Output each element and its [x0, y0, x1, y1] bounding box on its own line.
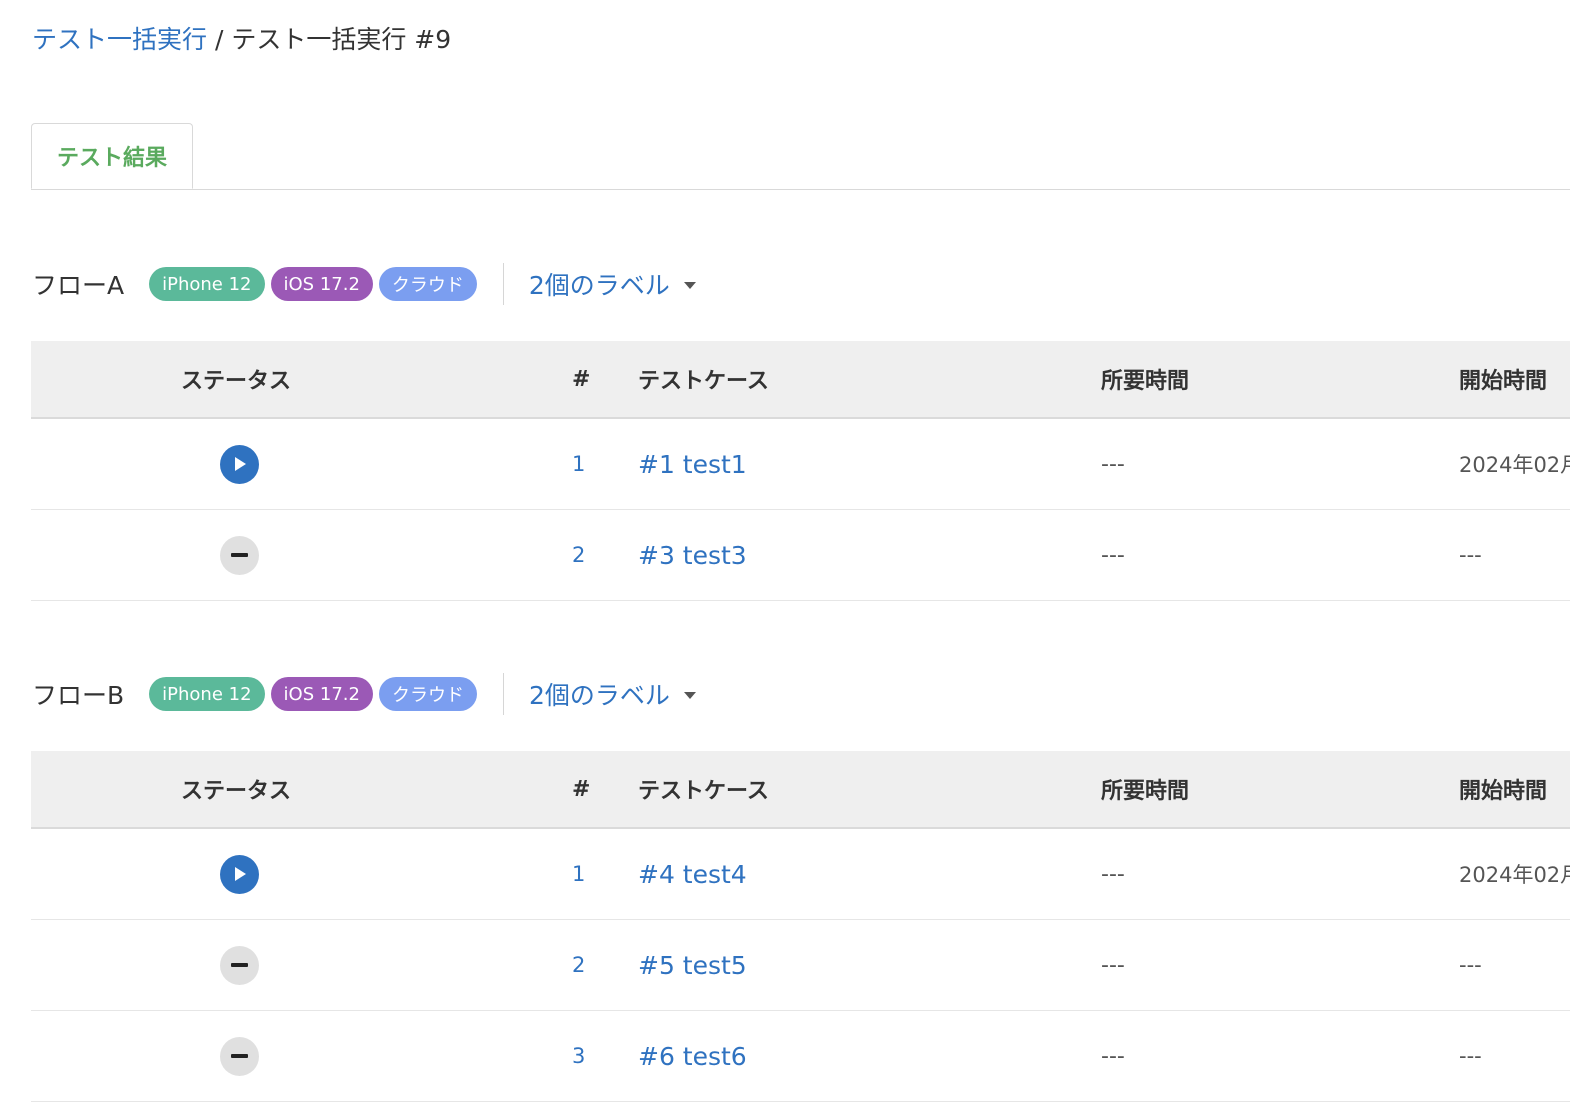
flow-header: フローA iPhone 12 iOS 17.2 クラウド 2個のラベル	[32, 263, 696, 305]
test-results-table: ステータス # テストケース 所要時間 開始時間 1 #4 test4 --- 2024年02月…	[31, 751, 1570, 1102]
column-header-test-case[interactable]: テストケース	[638, 751, 769, 827]
play-icon	[219, 444, 259, 484]
labels-dropdown-toggle[interactable]: 2個のラベル	[529, 266, 696, 302]
column-header-start-time[interactable]: 開始時間	[1459, 751, 1547, 827]
start-time-value: ---	[1459, 1044, 1482, 1068]
start-time-value: 2024年02月	[1459, 453, 1570, 477]
flow-name: フローB	[32, 681, 125, 710]
status-cell	[219, 920, 259, 1010]
duration-value: ---	[1101, 451, 1125, 477]
flow-header: フローB iPhone 12 iOS 17.2 クラウド 2個のラベル	[32, 673, 696, 715]
os-badge: iOS 17.2	[270, 267, 373, 301]
labels-dropdown-toggle[interactable]: 2個のラベル	[529, 676, 696, 712]
column-header-number[interactable]: #	[572, 341, 590, 417]
divider	[502, 263, 504, 305]
table-header: ステータス # テストケース 所要時間 開始時間	[31, 341, 1570, 419]
test-case-link[interactable]: #6 test6	[638, 1011, 747, 1101]
column-header-start-time[interactable]: 開始時間	[1459, 341, 1547, 417]
table-header: ステータス # テストケース 所要時間 開始時間	[31, 751, 1570, 829]
test-case-link[interactable]: #5 test5	[638, 920, 747, 1010]
column-header-test-case[interactable]: テストケース	[638, 341, 769, 417]
start-time-value: ---	[1459, 543, 1482, 567]
status-cell	[219, 419, 259, 509]
table-row: 1 #4 test4 --- 2024年02月	[31, 829, 1570, 920]
column-header-duration[interactable]: 所要時間	[1101, 751, 1189, 827]
play-icon	[219, 854, 259, 894]
row-number-link[interactable]: 1	[572, 419, 585, 509]
status-cell	[219, 829, 259, 919]
breadcrumb-separator: /	[207, 25, 232, 54]
row-number-link[interactable]: 2	[572, 510, 585, 600]
environment-badge: クラウド	[378, 267, 477, 301]
device-badge: iPhone 12	[149, 267, 265, 301]
breadcrumb-current: テスト一括実行 #9	[231, 25, 452, 54]
column-header-status[interactable]: ステータス	[181, 341, 291, 417]
column-header-duration[interactable]: 所要時間	[1101, 341, 1189, 417]
duration-value: ---	[1101, 952, 1125, 978]
environment-badge: クラウド	[378, 677, 477, 711]
device-badge: iPhone 12	[149, 677, 265, 711]
status-cell	[219, 510, 259, 600]
labels-dropdown-label: 2個のラベル	[528, 271, 670, 300]
row-number-link[interactable]: 3	[572, 1011, 585, 1101]
test-results-table: ステータス # テストケース 所要時間 開始時間 1 #1 test1 --- 2024年02月…	[31, 341, 1570, 601]
breadcrumb: テスト一括実行 / テスト一括実行 #9	[32, 22, 451, 58]
table-row: 3 #6 test6 --- ---	[31, 1011, 1570, 1102]
column-header-status[interactable]: ステータス	[181, 751, 291, 827]
table-row: 1 #1 test1 --- 2024年02月	[31, 419, 1570, 510]
duration-value: ---	[1101, 1043, 1125, 1069]
tab-bar: テスト結果	[31, 123, 1570, 190]
minus-icon	[219, 945, 259, 985]
test-case-link[interactable]: #1 test1	[638, 419, 747, 509]
status-cell	[219, 1011, 259, 1101]
start-time-value: ---	[1459, 953, 1482, 977]
table-row: 2 #3 test3 --- ---	[31, 510, 1570, 601]
start-time-value: 2024年02月	[1459, 863, 1570, 887]
minus-icon	[219, 1036, 259, 1076]
divider	[502, 673, 504, 715]
row-number-link[interactable]: 2	[572, 920, 585, 1010]
duration-value: ---	[1101, 861, 1125, 887]
tab-test-results[interactable]: テスト結果	[31, 123, 193, 189]
table-row: 2 #5 test5 --- ---	[31, 920, 1570, 1011]
row-number-link[interactable]: 1	[572, 829, 585, 919]
caret-down-icon	[683, 282, 696, 289]
breadcrumb-parent-link[interactable]: テスト一括実行	[32, 25, 207, 54]
test-case-link[interactable]: #3 test3	[638, 510, 747, 600]
caret-down-icon	[683, 692, 696, 699]
duration-value: ---	[1101, 542, 1125, 568]
column-header-number[interactable]: #	[572, 751, 590, 827]
test-case-link[interactable]: #4 test4	[638, 829, 747, 919]
os-badge: iOS 17.2	[270, 677, 373, 711]
flow-name: フローA	[32, 271, 125, 300]
page: テスト一括実行 / テスト一括実行 #9 テスト結果 フローA iPhone 12…	[0, 0, 1570, 1111]
labels-dropdown-label: 2個のラベル	[528, 681, 670, 710]
minus-icon	[219, 535, 259, 575]
